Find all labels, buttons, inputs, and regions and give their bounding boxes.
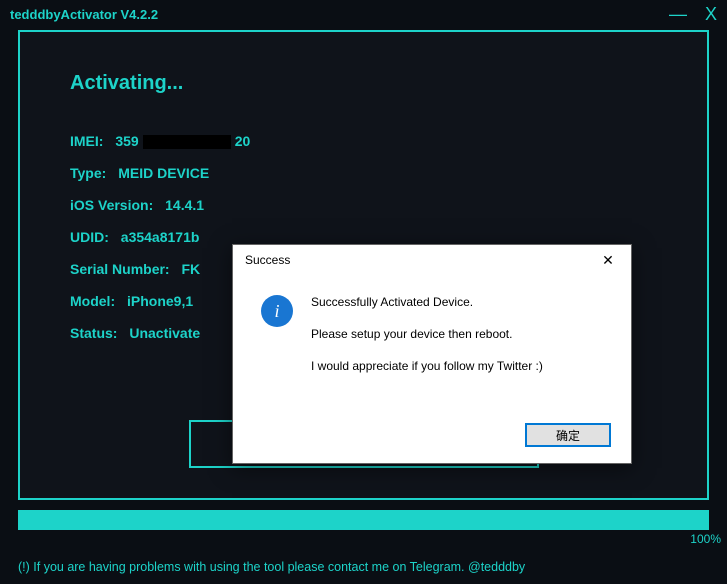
dialog-ok-button[interactable]: 确定 xyxy=(525,423,611,447)
info-icon: i xyxy=(261,295,293,327)
type-label: Type: xyxy=(70,165,106,181)
window-controls: — X xyxy=(669,5,717,23)
ios-label: iOS Version: xyxy=(70,197,153,213)
window-titlebar: tedddbyActivator V4.2.2 — X xyxy=(0,0,727,28)
dialog-messages: Successfully Activated Device. Please se… xyxy=(311,293,543,389)
status-value: Unactivate xyxy=(129,325,200,341)
app-title: tedddbyActivator V4.2.2 xyxy=(10,7,669,22)
status-heading: Activating... xyxy=(70,72,657,95)
dialog-title: Success xyxy=(245,253,593,267)
type-value: MEID DEVICE xyxy=(118,165,209,181)
model-value: iPhone9,1 xyxy=(127,293,193,309)
dialog-line2: Please setup your device then reboot. xyxy=(311,325,543,343)
success-dialog: Success ✕ i Successfully Activated Devic… xyxy=(232,244,632,464)
minimize-button[interactable]: — xyxy=(669,5,687,23)
close-button[interactable]: X xyxy=(705,5,717,23)
dialog-close-button[interactable]: ✕ xyxy=(593,252,623,269)
ios-value: 14.4.1 xyxy=(165,197,204,213)
dialog-footer: 确定 xyxy=(525,423,611,447)
dialog-titlebar: Success ✕ xyxy=(233,245,631,275)
footer-help-text: (!) If you are having problems with usin… xyxy=(18,560,525,574)
udid-label: UDID: xyxy=(70,229,109,245)
model-label: Model: xyxy=(70,293,115,309)
imei-value-suffix: 20 xyxy=(235,133,251,149)
imei-redacted xyxy=(143,135,231,149)
serial-value: FK xyxy=(181,261,200,277)
progress-percent: 100% xyxy=(690,532,721,546)
dialog-body: i Successfully Activated Device. Please … xyxy=(233,275,631,399)
udid-value: a354a8171b xyxy=(121,229,200,245)
serial-label: Serial Number: xyxy=(70,261,170,277)
type-row: Type: MEID DEVICE xyxy=(70,165,657,181)
ios-row: iOS Version: 14.4.1 xyxy=(70,197,657,213)
imei-row: IMEI: 359 20 xyxy=(70,133,657,149)
progress-bar xyxy=(18,510,709,530)
udid-row: UDID: a354a8171b xyxy=(70,229,657,245)
imei-label: IMEI: xyxy=(70,133,103,149)
imei-value-prefix: 359 xyxy=(115,133,138,149)
dialog-line1: Successfully Activated Device. xyxy=(311,293,543,311)
status-label: Status: xyxy=(70,325,117,341)
dialog-line3: I would appreciate if you follow my Twit… xyxy=(311,357,543,375)
